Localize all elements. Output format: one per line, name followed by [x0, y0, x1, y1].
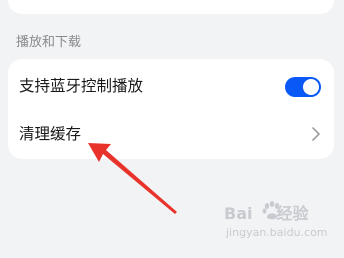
playback-download-card: 支持蓝牙控制播放 清理缓存 — [8, 59, 334, 159]
toggle-knob — [303, 79, 319, 95]
setting-label-bluetooth-control: 支持蓝牙控制播放 — [19, 77, 144, 95]
setting-label-clear-cache: 清理缓存 — [19, 125, 82, 143]
chevron-right-icon — [312, 127, 320, 141]
previous-settings-card — [8, 0, 334, 14]
bluetooth-control-toggle[interactable] — [285, 77, 321, 97]
setting-row-bluetooth-control[interactable]: 支持蓝牙控制播放 — [8, 61, 334, 111]
setting-row-clear-cache[interactable]: 清理缓存 — [8, 109, 334, 159]
watermark-subtitle: jingyan.baidu.com — [226, 226, 328, 239]
baidu-jingyan-watermark: Bai 经验 jingyan.baidu.com — [224, 200, 342, 250]
section-title-playback-download: 播放和下载 — [16, 35, 82, 50]
paw-icon — [262, 201, 280, 220]
